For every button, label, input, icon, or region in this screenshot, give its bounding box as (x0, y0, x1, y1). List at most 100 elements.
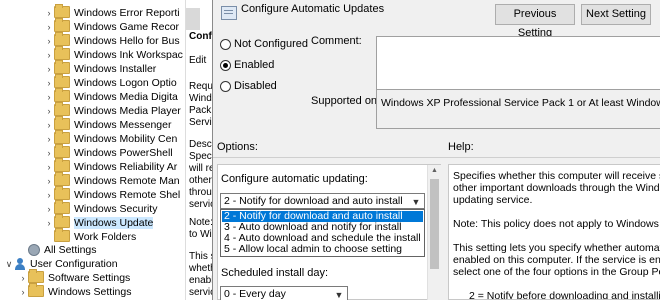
chevron-right-icon[interactable]: › (44, 34, 54, 48)
chevron-right-icon[interactable]: › (44, 90, 54, 104)
chevron-right-icon[interactable]: › (44, 174, 54, 188)
chevron-right-icon[interactable]: › (44, 48, 54, 62)
tree-pane: › Windows Error Reporti › Windows Game Reco… (0, 0, 185, 300)
options-pane: Configure automatic updating: 2 - Notify… (217, 164, 441, 300)
help-text: Note: This policy does not apply to Wind… (453, 218, 660, 230)
options-scrollbar[interactable]: ▲ (427, 165, 441, 300)
chevron-down-icon[interactable]: ▼ (410, 195, 422, 209)
user-icon (14, 258, 26, 271)
chevron-right-icon[interactable]: › (44, 132, 54, 146)
tree-item[interactable]: › Windows Media Player (44, 102, 181, 118)
chevron-right-icon[interactable]: › (44, 6, 54, 20)
folder-icon (54, 144, 70, 159)
tree-item-label: User Configuration (30, 258, 118, 270)
dropdown-option[interactable]: 5 - Allow local admin to choose setting (222, 244, 423, 255)
folder-icon (54, 158, 70, 173)
folder-icon (54, 102, 70, 117)
tree-item[interactable]: All Settings (18, 243, 97, 257)
pane-tab (186, 8, 200, 30)
tree-item-label: Windows Update (74, 217, 154, 229)
chevron-right-icon[interactable]: › (18, 285, 28, 299)
chevron-right-icon[interactable]: › (44, 160, 54, 174)
tree-item[interactable]: › Windows Media Digita (44, 88, 178, 104)
chevron-right-icon[interactable]: › (44, 146, 54, 160)
help-pane: Specifies whether this computer will rec… (448, 164, 660, 300)
options-label: Options: (217, 141, 258, 153)
policy-icon (221, 6, 237, 20)
tree-item-label: Windows Remote Shel (74, 189, 181, 201)
description-text: Edit (189, 55, 207, 66)
radio-not-configured-label: Not Configured (234, 38, 308, 50)
tree-item-label: Windows Logon Optio (74, 77, 177, 89)
divider (213, 157, 660, 158)
tree-item-label: Windows Remote Man (74, 175, 180, 187)
chevron-right-icon[interactable]: › (44, 202, 54, 216)
radio-disabled[interactable] (220, 81, 231, 92)
tree-item[interactable]: › Windows PowerShell (44, 144, 173, 160)
tree-item[interactable]: › Windows Game Recor (44, 18, 180, 34)
scrollbar-thumb[interactable] (430, 179, 439, 269)
tree-item-label: All Settings (44, 244, 97, 256)
chevron-right-icon[interactable]: › (44, 118, 54, 132)
chevron-right-icon[interactable]: › (44, 216, 54, 230)
chevron-right-icon[interactable]: › (18, 271, 28, 285)
tree-item[interactable]: › Windows Ink Workspac (44, 46, 183, 62)
radio-enabled[interactable] (220, 60, 231, 71)
policy-dialog: Configure Automatic Updates Previous Set… (212, 0, 660, 300)
next-setting-button[interactable]: Next Setting (581, 4, 651, 25)
chevron-right-icon[interactable]: › (44, 62, 54, 76)
tree-item-label: Windows Settings (48, 286, 132, 298)
radio-not-configured[interactable] (220, 39, 231, 50)
tree-item-label: Windows PowerShell (74, 147, 173, 159)
chevron-right-icon[interactable]: › (44, 76, 54, 90)
chevron-right-icon[interactable]: › (44, 20, 54, 34)
folder-icon (54, 214, 70, 229)
tree-item[interactable]: Work Folders (44, 228, 137, 244)
radio-disabled-label: Disabled (234, 80, 277, 92)
scheduled-install-day-label: Scheduled install day: (221, 267, 329, 279)
scheduled-install-day-dropdown[interactable]: 0 - Every day ▼ (220, 286, 348, 300)
tree-item[interactable]: › Windows Error Reporti (44, 4, 180, 20)
previous-setting-button[interactable]: Previous Setting (495, 4, 575, 39)
tree-item[interactable]: › Windows Mobility Cen (44, 130, 178, 146)
scroll-up-icon[interactable]: ▲ (429, 167, 440, 177)
folder-icon (54, 88, 70, 103)
dialog-title: Configure Automatic Updates (241, 3, 385, 15)
tree-item-label: Windows Installer (74, 63, 157, 75)
folder-icon (54, 46, 70, 61)
scheduled-install-day-value: 0 - Every day (224, 288, 286, 300)
dropdown-selected-value: 2 - Notify for download and auto install (224, 195, 403, 207)
folder-icon (54, 228, 70, 243)
folder-icon (54, 116, 70, 131)
tree-item[interactable]: › Windows Logon Optio (44, 74, 177, 90)
configure-updating-label: Configure automatic updating: (221, 173, 368, 185)
chevron-right-icon[interactable]: › (44, 188, 54, 202)
tree-item-label: Windows Mobility Cen (74, 133, 178, 145)
tree-item[interactable]: › Windows Messenger (44, 116, 171, 132)
supported-on-label: Supported on: (311, 95, 381, 107)
configure-updating-dropdown[interactable]: 2 - Notify for download and auto install… (220, 193, 425, 209)
chevron-down-icon[interactable]: ▼ (333, 288, 345, 300)
tree-item-label: Software Settings (48, 272, 131, 284)
tree-item-label: Work Folders (74, 231, 137, 243)
chevron-right-icon[interactable]: › (44, 104, 54, 118)
tree-item[interactable]: ∨ User Configuration (4, 257, 118, 271)
help-text: This setting lets you specify whether au… (453, 242, 660, 254)
tree-item-label: Windows Game Recor (74, 21, 180, 33)
folder-icon (54, 172, 70, 187)
help-text: other important downloads through the Wi… (453, 182, 660, 194)
supported-on-value: Windows XP Professional Service Pack 1 o… (381, 97, 660, 109)
tree-item[interactable]: › Windows Settings (18, 283, 132, 299)
tree-item[interactable]: › Windows Remote Shel (44, 186, 181, 202)
chevron-down-icon[interactable]: ∨ (4, 257, 14, 271)
tree-item-label: Windows Media Player (74, 105, 181, 117)
tree-item[interactable]: › Windows Remote Man (44, 172, 180, 188)
tree-item-label: Windows Media Digita (74, 91, 178, 103)
dropdown-list: 2 - Notify for download and auto install… (220, 209, 425, 257)
comment-label: Comment: (311, 35, 362, 47)
help-text: updating service. (453, 194, 533, 206)
tree-item[interactable]: › Windows Hello for Bus (44, 32, 180, 48)
comment-textarea[interactable] (376, 36, 660, 91)
help-text: select one of the four options in the Gr… (453, 266, 660, 278)
tree-item[interactable]: › Windows Reliability Ar (44, 158, 177, 174)
